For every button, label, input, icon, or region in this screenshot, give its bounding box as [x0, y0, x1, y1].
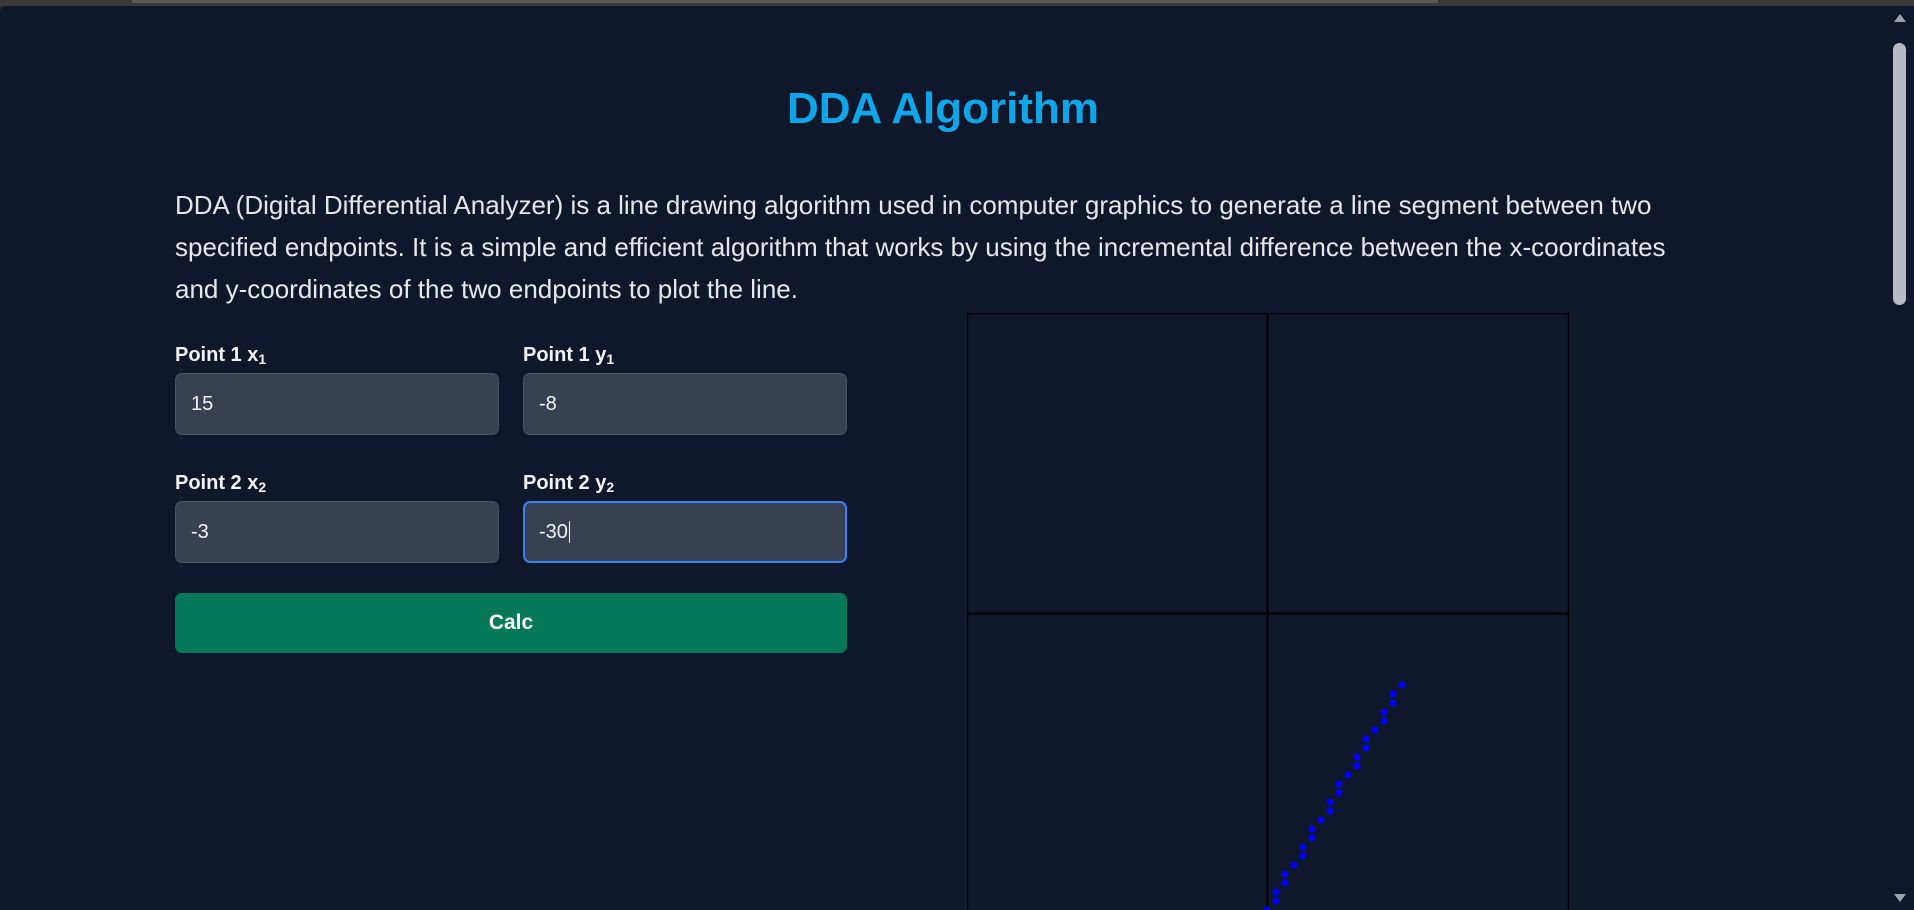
scroll-up-icon[interactable]: [1894, 14, 1906, 22]
plot-point: [1272, 897, 1280, 905]
scroll-down-icon[interactable]: [1894, 894, 1906, 902]
page-title: DDA Algorithm: [786, 84, 1100, 133]
plot-point: [1281, 870, 1289, 878]
plot-point: [1308, 825, 1316, 833]
y1-label: Point 1 y1: [523, 344, 615, 367]
plot-point: [1335, 780, 1343, 788]
plot-point: [1272, 888, 1280, 896]
plot-canvas: [966, 312, 1570, 910]
plot-point: [1290, 861, 1298, 869]
x2-input[interactable]: -3: [175, 501, 499, 563]
plot-point: [1380, 717, 1388, 725]
plot-point: [1389, 699, 1397, 707]
plot-point: [1308, 834, 1316, 842]
algorithm-description: DDA (Digital Differential Analyzer) is a…: [175, 190, 1666, 304]
plot-point: [1326, 807, 1334, 815]
plot-point: [1326, 798, 1334, 806]
scroll-thumb[interactable]: [1893, 43, 1906, 305]
plot-point: [1389, 690, 1397, 698]
y2-label: Point 2 y2: [523, 472, 615, 495]
vertical-scrollbar[interactable]: [1886, 6, 1914, 910]
plot-point: [1371, 726, 1379, 734]
y2-input[interactable]: -30: [523, 501, 847, 563]
plot-point: [1353, 762, 1361, 770]
page-viewport: DDA Algorithm DDA (Digital Differential …: [0, 6, 1886, 910]
plot-point: [1362, 744, 1370, 752]
x1-input[interactable]: 15: [175, 373, 499, 435]
plot-point: [1344, 771, 1352, 779]
plot-point: [1335, 789, 1343, 797]
calc-button[interactable]: Calc: [175, 593, 847, 653]
plot-point: [1299, 852, 1307, 860]
plot-point: [1398, 681, 1406, 689]
y1-input[interactable]: -8: [523, 373, 847, 435]
text-caret: [568, 521, 570, 543]
plot-point: [1380, 708, 1388, 716]
plot-point: [1299, 843, 1307, 851]
x2-label: Point 2 x2: [175, 472, 267, 495]
address-strip: [132, 0, 1438, 3]
plot-point: [1317, 816, 1325, 824]
plot-point: [1353, 753, 1361, 761]
plot-point: [1281, 879, 1289, 887]
plot-point: [1362, 735, 1370, 743]
plot-svg: [966, 312, 1570, 910]
x1-label: Point 1 x1: [175, 344, 267, 367]
